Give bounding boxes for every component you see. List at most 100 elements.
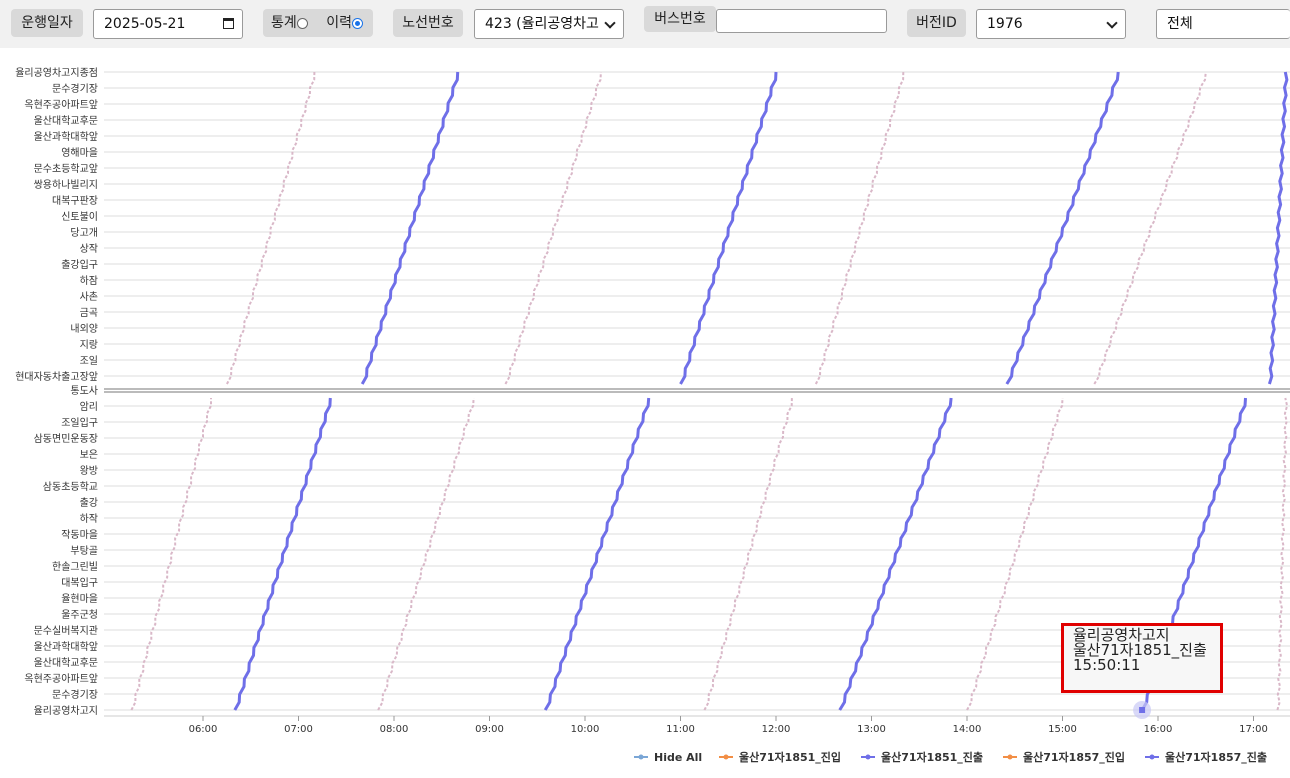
x-tick-label: 06:00: [189, 724, 218, 735]
calendar-icon[interactable]: [223, 18, 234, 29]
stop-label: 문수초등학교앞: [34, 163, 98, 175]
stop-label: 울산대학교후문: [34, 115, 98, 127]
stop-label: 울산대학교후문: [34, 657, 98, 669]
legend-item[interactable]: 울산71자1851_진출: [881, 750, 983, 764]
legend-swatch-dot: [638, 754, 644, 760]
version-label: 버전ID: [907, 9, 966, 37]
stop-label: 당고개: [70, 227, 98, 239]
stop-label: 울산과학대학앞: [34, 131, 98, 143]
mode-history-label: 이력: [326, 15, 352, 31]
stop-label: 사촌: [80, 291, 98, 303]
chevron-down-icon: [604, 17, 616, 29]
tooltip-marker: [1139, 707, 1146, 713]
stop-label: 하작: [80, 512, 98, 525]
legend-item[interactable]: 울산71자1857_진입: [1023, 750, 1125, 764]
stop-label: 대복구판장: [52, 195, 98, 207]
legend-swatch-dot: [723, 754, 729, 760]
mode-history-radio[interactable]: [351, 18, 363, 29]
series-1857-trip: [703, 397, 793, 711]
stop-label: 왕방: [80, 465, 98, 477]
date-value: 2025-05-21: [104, 16, 186, 32]
version-value: 1976: [987, 16, 1023, 32]
x-tick-label: 10:00: [571, 724, 600, 735]
stop-label: 율리공영차고지: [34, 705, 98, 717]
series-1851-trip: [679, 71, 778, 385]
stop-label: 출강입구: [61, 258, 98, 271]
filter-select[interactable]: 전체: [1156, 9, 1290, 39]
mode-stats-radio[interactable]: [296, 18, 308, 29]
stop-label: 영해마을: [61, 146, 98, 159]
stop-label: 쌍용하나빌리지: [34, 178, 98, 191]
series-1857-trip: [1276, 397, 1289, 711]
series-1857-trip: [1093, 71, 1207, 385]
series-1857-trip: [130, 398, 212, 711]
version-select[interactable]: 1976: [976, 9, 1126, 39]
stop-label: 문수실버복지관: [34, 625, 98, 637]
series-1851-trip: [1005, 71, 1120, 385]
stop-label: 한솔그린빌: [52, 561, 98, 573]
filter-toolbar: 운행일자 2025-05-21 통계 이력 노선번호 423 (율리공영차고 버…: [0, 0, 1290, 48]
x-tick-label: 14:00: [953, 724, 982, 735]
x-tick-label: 11:00: [666, 724, 695, 735]
stop-label: 신토불이: [61, 211, 98, 223]
stop-label: 내외양: [70, 323, 98, 335]
filter-value: 전체: [1167, 16, 1193, 32]
legend-item[interactable]: 울산71자1857_진출: [1165, 750, 1267, 764]
x-tick-label: 08:00: [380, 724, 409, 735]
series-1857-trip: [377, 397, 475, 711]
stop-label: 울주군청: [61, 609, 98, 621]
stop-label: 현대자동차출고장앞: [15, 371, 98, 383]
stop-label: 하잠: [80, 274, 98, 287]
stop-label: 보은: [80, 449, 98, 461]
stop-label: 부탕골: [70, 545, 98, 557]
series-1857-trip: [226, 71, 316, 385]
bus-label: 버스번호: [644, 6, 716, 32]
x-tick-label: 12:00: [762, 724, 791, 735]
series-1857-trip: [814, 71, 905, 385]
tooltip-time: 15:50:11: [1073, 656, 1141, 674]
stop-label: 암리: [80, 401, 98, 413]
x-tick-label: 17:00: [1239, 724, 1268, 735]
x-tick-label: 16:00: [1144, 724, 1173, 735]
series-1851-trip: [233, 397, 332, 711]
legend-item[interactable]: Hide All: [654, 751, 702, 764]
stop-label: 조일입구: [61, 416, 98, 429]
stop-label: 통도사: [70, 385, 98, 397]
stop-label: 출강: [80, 497, 98, 509]
stop-label: 문수경기장: [52, 688, 98, 701]
bus-number-input[interactable]: [716, 9, 887, 33]
route-select[interactable]: 423 (율리공영차고: [474, 9, 624, 39]
series-1851-trip: [543, 397, 651, 711]
stop-label: 울산과학대학앞: [34, 641, 98, 653]
stop-label: 금곡: [80, 307, 98, 319]
stop-label: 상작: [80, 243, 98, 255]
series-1851-trip: [838, 397, 953, 711]
stop-label: 율리공영차고지종점: [15, 67, 98, 79]
stop-label: 삼동초등학교: [43, 481, 98, 493]
date-label: 운행일자: [11, 9, 83, 37]
x-tick-label: 13:00: [857, 724, 886, 735]
mode-selector: 통계 이력: [263, 9, 373, 37]
legend-swatch-dot: [1149, 754, 1155, 760]
series-1851-trip: [1267, 71, 1289, 385]
stop-label: 조일: [80, 355, 98, 367]
stop-label: 삼동면민운동장: [34, 433, 98, 445]
stop-label: 문수경기장: [52, 82, 98, 95]
x-tick-label: 09:00: [475, 724, 504, 735]
stop-label: 작동마을: [61, 529, 98, 541]
stop-label: 율현마을: [61, 593, 98, 605]
chevron-down-icon: [1106, 17, 1118, 29]
mode-stats-label: 통계: [271, 15, 297, 31]
legend-swatch-dot: [1007, 754, 1013, 760]
series-1851-trip: [360, 71, 460, 385]
series-1857-trip: [504, 71, 602, 385]
stop-label: 옥현주공아파트앞: [24, 673, 98, 685]
x-tick-label: 07:00: [284, 724, 313, 735]
legend-swatch-dot: [865, 754, 871, 760]
stop-label: 옥현주공아파트앞: [24, 99, 98, 111]
stop-label: 대복입구: [61, 576, 98, 589]
stop-label: 지랑: [80, 339, 98, 351]
date-input[interactable]: 2025-05-21: [93, 9, 243, 39]
legend-item[interactable]: 울산71자1851_진입: [739, 750, 841, 764]
route-value: 423 (율리공영차고: [485, 16, 599, 32]
